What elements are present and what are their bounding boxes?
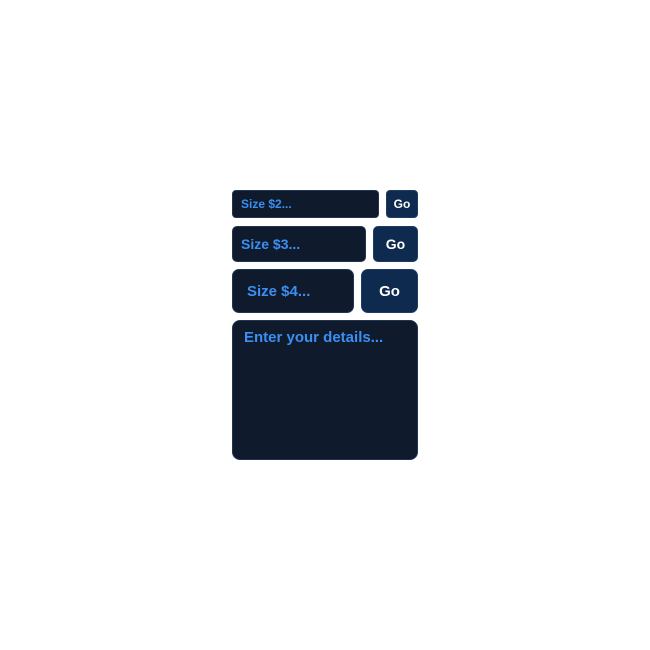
input-row-size-4: Size $4... Go <box>232 269 418 313</box>
text-input-size-2[interactable]: Size $2... <box>232 190 379 218</box>
go-button-size-2[interactable]: Go <box>386 190 418 218</box>
text-input-size-3[interactable]: Size $3... <box>232 226 366 262</box>
go-button-size-4[interactable]: Go <box>361 269 418 313</box>
input-row-size-3: Size $3... Go <box>232 226 418 262</box>
input-group-stack: Size $2... Go Size $3... Go Size $4... G… <box>232 190 418 460</box>
go-button-size-3[interactable]: Go <box>373 226 418 262</box>
input-row-size-2: Size $2... Go <box>232 190 418 218</box>
text-input-size-4[interactable]: Size $4... <box>232 269 354 313</box>
details-textarea[interactable]: Enter your details... <box>232 320 418 460</box>
